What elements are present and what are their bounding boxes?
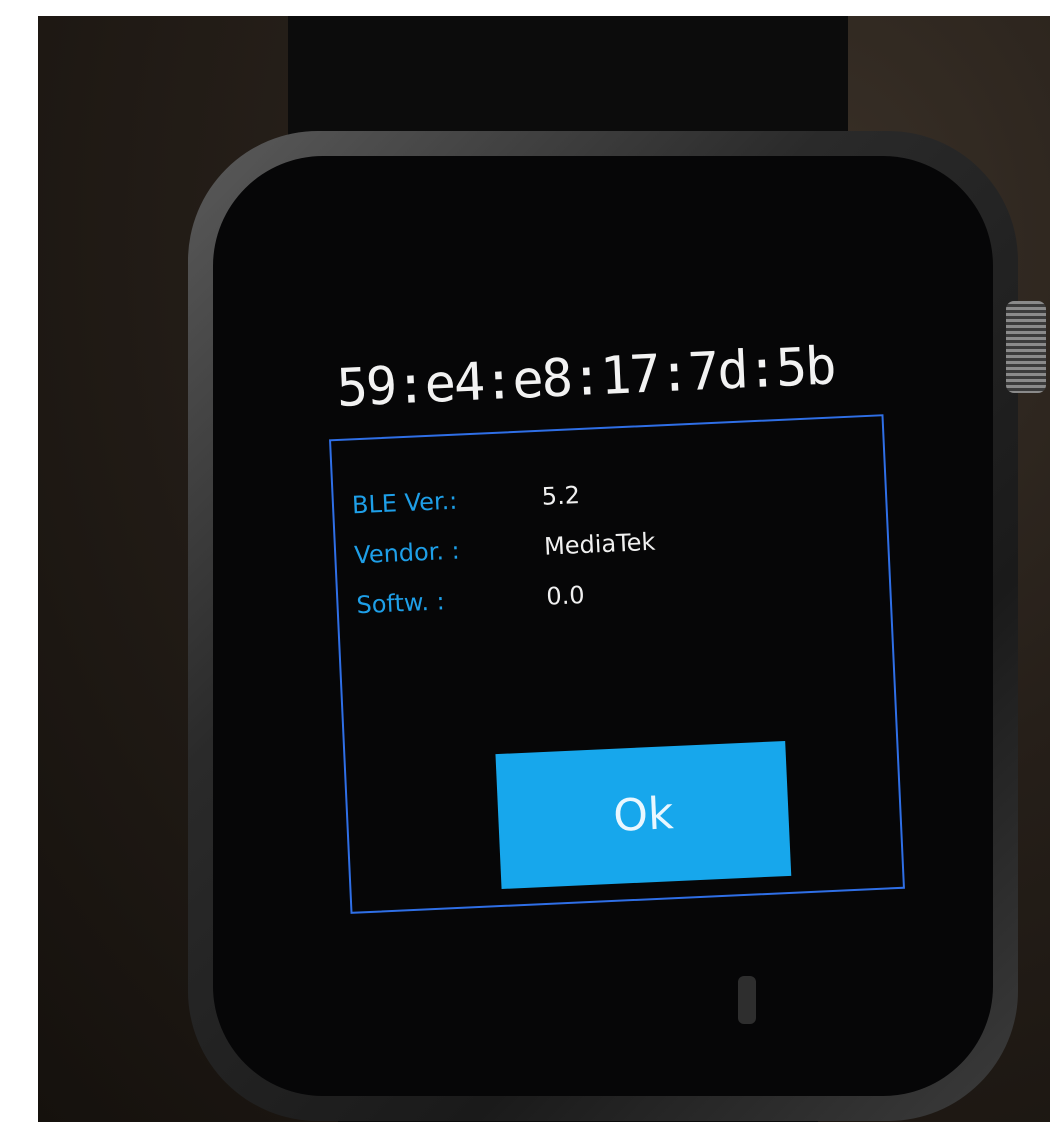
info-row-vendor: Vendor. : MediaTek <box>353 522 656 576</box>
watch-sensor <box>738 976 756 1024</box>
vendor-label: Vendor. : <box>353 536 461 570</box>
photo-background: 59:e4:e8:17:7d:5b BLE Ver.: 5.2 Vendor. … <box>38 16 1050 1122</box>
software-value: 0.0 <box>545 580 586 611</box>
device-info-panel: BLE Ver.: 5.2 Vendor. : MediaTek Softw. … <box>328 414 905 914</box>
info-row-software: Softw. : 0.0 <box>356 575 586 625</box>
info-row-ble-version: BLE Ver.: 5.2 <box>351 475 581 525</box>
ble-version-label: BLE Ver.: <box>351 486 458 520</box>
watch-crown[interactable] <box>1006 301 1046 393</box>
ble-version-value: 5.2 <box>541 481 581 511</box>
ok-button[interactable]: Ok <box>495 740 792 890</box>
watch-screen: 59:e4:e8:17:7d:5b BLE Ver.: 5.2 Vendor. … <box>295 322 961 940</box>
mac-address: 59:e4:e8:17:7d:5b <box>335 336 836 419</box>
software-label: Softw. : <box>355 587 446 620</box>
vendor-value: MediaTek <box>543 527 656 561</box>
